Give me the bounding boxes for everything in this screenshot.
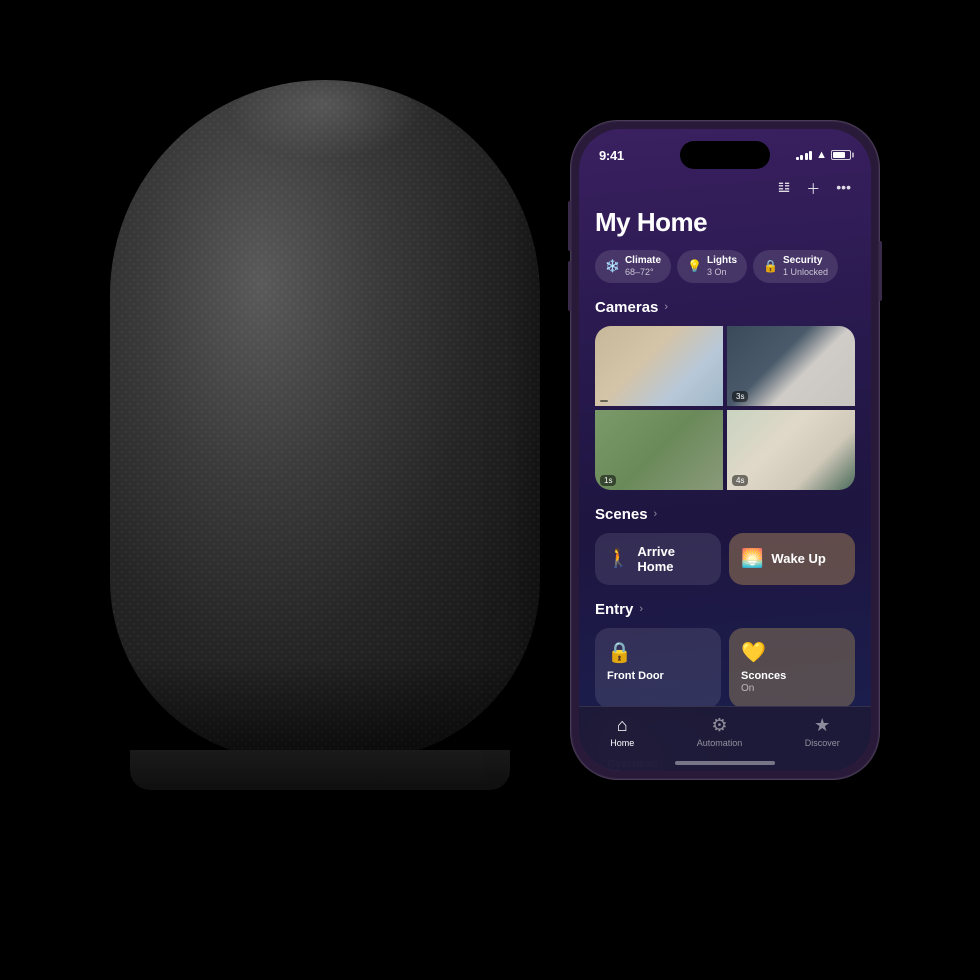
- camera-cell-3[interactable]: 1s: [595, 410, 723, 490]
- arrive-home-icon: 🚶: [607, 548, 629, 569]
- cameras-section-header[interactable]: Cameras ›: [595, 299, 855, 316]
- signal-bar-3: [805, 153, 808, 160]
- battery-fill: [833, 152, 845, 158]
- status-chips: ❄️ Climate 68–72° 💡 Lights 3 On: [595, 250, 855, 283]
- sconces-label: Sconces: [741, 669, 843, 683]
- discover-tab-label: Discover: [805, 738, 840, 748]
- front-door-label: Front Door: [607, 669, 709, 683]
- security-label: Security: [783, 255, 828, 267]
- side-button[interactable]: [879, 241, 882, 301]
- scenes-section-header[interactable]: Scenes ›: [595, 506, 855, 523]
- ellipsis-icon[interactable]: •••: [836, 179, 851, 199]
- homepod-body: [110, 80, 540, 760]
- lights-icon: 💡: [687, 259, 702, 273]
- volume-down-button[interactable]: [568, 261, 571, 311]
- camera-cell-2[interactable]: 3s: [727, 326, 855, 406]
- iphone: 9:41 ▲: [570, 120, 880, 780]
- signal-bar-4: [809, 151, 812, 160]
- signal-icon: [796, 150, 813, 160]
- front-door-card[interactable]: 🔒 Front Door: [595, 628, 721, 708]
- cameras-chevron: ›: [664, 301, 668, 313]
- climate-chip[interactable]: ❄️ Climate 68–72°: [595, 250, 671, 283]
- homepod-base: [130, 750, 510, 790]
- entry-chevron: ›: [639, 603, 643, 615]
- signal-bar-1: [796, 157, 799, 160]
- lights-chip[interactable]: 💡 Lights 3 On: [677, 250, 747, 283]
- header-actions: 𝌭 ＋ •••: [595, 179, 855, 199]
- camera-3-timestamp: 1s: [600, 475, 616, 486]
- climate-icon: ❄️: [605, 259, 620, 273]
- arrive-home-button[interactable]: 🚶 Arrive Home: [595, 533, 721, 585]
- tab-discover[interactable]: ★ Discover: [805, 715, 840, 748]
- sconces-icon: 💛: [741, 640, 843, 665]
- wake-up-button[interactable]: 🌅 Wake Up: [729, 533, 855, 585]
- volume-up-button[interactable]: [568, 221, 571, 251]
- scene-container: 9:41 ▲: [0, 0, 980, 980]
- page-title: My Home: [595, 207, 855, 238]
- status-time: 9:41: [599, 148, 624, 163]
- tab-automation[interactable]: ⚙ Automation: [697, 715, 743, 748]
- homepod: [60, 80, 580, 830]
- plus-icon[interactable]: ＋: [806, 179, 820, 199]
- homepod-bottom-shadow: [110, 660, 540, 760]
- discover-tab-icon: ★: [814, 715, 830, 736]
- scenes-row: 🚶 Arrive Home 🌅 Wake Up: [595, 533, 855, 585]
- security-icon: 🔒: [763, 259, 778, 273]
- home-content: 𝌭 ＋ ••• My Home ❄️ Climate 68–72°: [579, 179, 871, 771]
- home-indicator: [675, 761, 775, 765]
- waveform-icon[interactable]: 𝌭: [778, 179, 791, 199]
- climate-label: Climate: [625, 255, 661, 267]
- home-tab-icon: ⌂: [617, 715, 628, 736]
- front-door-icon: 🔒: [607, 640, 709, 665]
- camera-cell-1[interactable]: [595, 326, 723, 406]
- home-tab-label: Home: [610, 738, 634, 748]
- wifi-icon: ▲: [816, 149, 827, 161]
- wake-up-icon: 🌅: [741, 548, 763, 569]
- automation-tab-label: Automation: [697, 738, 743, 748]
- camera-cell-4[interactable]: 4s: [727, 410, 855, 490]
- iphone-frame: 9:41 ▲: [570, 120, 880, 780]
- camera-4-timestamp: 4s: [732, 475, 748, 486]
- sconces-card[interactable]: 💛 Sconces On: [729, 628, 855, 708]
- dynamic-island: [680, 141, 770, 169]
- sconces-sub: On: [741, 683, 843, 694]
- scenes-title: Scenes: [595, 506, 648, 523]
- entry-title: Entry: [595, 601, 633, 618]
- battery-icon: [831, 150, 851, 160]
- climate-sub: 68–72°: [625, 267, 661, 278]
- wake-up-label: Wake Up: [771, 551, 825, 566]
- security-chip[interactable]: 🔒 Security 1 Unlocked: [753, 250, 838, 283]
- lights-sub: 3 On: [707, 267, 737, 278]
- arrive-home-label: Arrive Home: [637, 544, 709, 574]
- iphone-screen: 9:41 ▲: [579, 129, 871, 771]
- signal-bar-2: [800, 155, 803, 160]
- homepod-mesh: [110, 80, 540, 760]
- lights-label: Lights: [707, 255, 737, 267]
- cameras-title: Cameras: [595, 299, 658, 316]
- camera-1-timestamp: [600, 400, 608, 402]
- camera-2-timestamp: 3s: [732, 391, 748, 402]
- entry-section-header[interactable]: Entry ›: [595, 601, 855, 618]
- tab-home[interactable]: ⌂ Home: [610, 715, 634, 748]
- security-sub: 1 Unlocked: [783, 267, 828, 278]
- homepod-top-glow: [225, 80, 425, 160]
- scenes-chevron: ›: [654, 508, 658, 520]
- status-icons: ▲: [796, 149, 851, 161]
- automation-tab-icon: ⚙: [711, 715, 727, 736]
- mute-button[interactable]: [568, 201, 571, 223]
- camera-grid: 3s 1s 4s: [595, 326, 855, 490]
